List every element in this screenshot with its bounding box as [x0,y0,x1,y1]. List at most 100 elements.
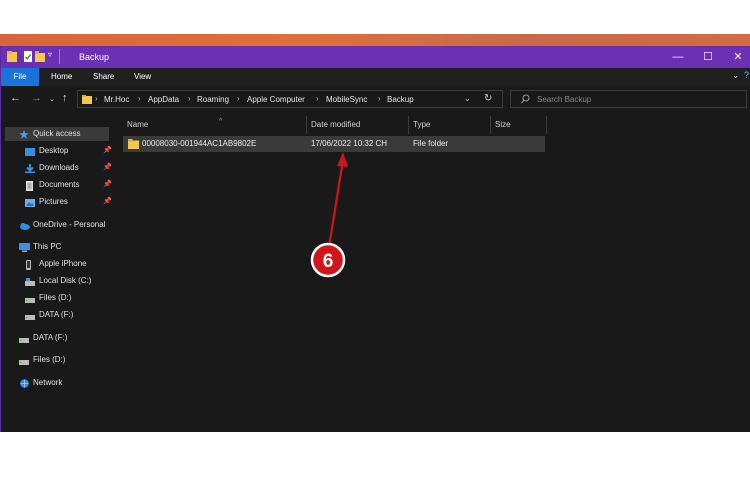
sort-ascending-icon: ^ [219,118,223,125]
pc-icon [19,243,30,252]
column-header-name[interactable]: Name ^ [123,116,307,134]
star-icon [19,130,29,139]
title-divider [59,49,60,64]
breadcrumb-separator-icon: › [378,94,381,103]
customize-toolbar-icon[interactable]: ▿ [48,50,57,61]
sidebar-item-label: Downloads [39,163,79,172]
navigation-pane: Quick access Desktop 📌 Downloads 📌 Docum… [1,112,113,432]
column-header-size[interactable]: Size [491,116,547,134]
drive-icon [25,294,35,303]
breadcrumb-backup[interactable]: Backup [387,95,414,104]
ribbon-tabs: File Home Share View ⌄ ? [1,68,750,86]
sidebar-item-label: Files (D:) [33,355,66,364]
up-button-icon[interactable]: ↑ [62,92,68,104]
pin-icon: 📌 [103,198,112,205]
disk-icon [25,277,35,286]
screenshot-frame: ▿ Backup — ☐ ✕ File Home Share View ⌄ ? … [0,0,750,498]
maximize-button[interactable]: ☐ [695,49,721,65]
picture-icon [25,198,35,207]
sidebar-item-label: This PC [33,242,62,251]
sidebar-item-quick-access[interactable]: Quick access [5,127,109,141]
help-icon[interactable]: ? [744,70,749,80]
breadcrumb-appdata[interactable]: AppData [148,95,179,104]
file-explorer-window: ▿ Backup — ☐ ✕ File Home Share View ⌄ ? … [0,46,750,432]
file-list-pane: Name ^ Date modified Type Size 00008030-… [113,112,750,432]
minimize-button[interactable]: — [665,49,691,65]
back-button-icon[interactable]: ← [10,92,21,104]
breadcrumb-separator-icon: › [188,94,191,103]
network-icon [19,379,29,388]
file-type: File folder [413,139,449,148]
breadcrumb-separator-icon: › [237,94,240,103]
expand-ribbon-icon[interactable]: ⌄ [732,71,739,80]
column-header-label: Size [495,120,511,129]
breadcrumb-separator-icon: › [138,94,141,103]
forward-button-icon[interactable]: → [31,92,42,104]
drive-icon [19,356,29,365]
sidebar-item-label: Documents [39,180,80,189]
folder-icon [128,139,139,151]
phone-icon [25,260,35,270]
tab-file[interactable]: File [1,68,39,86]
sidebar-item-data-f[interactable]: DATA (F:) [25,308,113,322]
breadcrumb-mrhoc[interactable]: Mr.Hoc [104,95,129,104]
column-header-type[interactable]: Type [409,116,491,134]
column-header-label: Date modified [311,120,361,129]
sidebar-item-label: Local Disk (C:) [39,276,92,285]
download-icon [25,164,35,173]
sidebar-item-documents[interactable]: Documents 📌 [25,178,112,192]
sidebar-item-desktop[interactable]: Desktop 📌 [25,144,112,158]
sidebar-item-pictures[interactable]: Pictures 📌 [25,195,112,209]
sidebar-item-data-f-drive[interactable]: DATA (F:) [19,331,113,345]
search-placeholder: Search Backup [537,95,592,104]
sidebar-item-label: Desktop [39,146,69,155]
file-name: 00008030-001944AC1AB9802E [142,139,257,148]
sidebar-item-label: DATA (F:) [39,310,74,319]
sidebar-item-files-d[interactable]: Files (D:) [25,291,113,305]
pin-icon: 📌 [103,181,112,188]
search-box[interactable]: Search Backup [510,90,747,108]
recent-locations-icon[interactable]: ⌄ [49,94,55,106]
properties-icon[interactable] [23,51,32,62]
sidebar-item-files-d-drive[interactable]: Files (D:) [19,353,113,367]
address-dropdown-icon[interactable]: ⌄ [464,94,471,103]
sidebar-item-label: OneDrive - Personal [33,220,106,229]
breadcrumb-separator-icon: › [316,94,319,103]
sidebar-item-label: Quick access [33,129,81,138]
breadcrumb-roaming[interactable]: Roaming [197,95,229,104]
column-header-label: Type [413,120,431,129]
sidebar-item-label: Pictures [39,197,68,206]
refresh-icon[interactable]: ↻ [484,93,492,104]
file-row[interactable]: 00008030-001944AC1AB9802E 17/06/2022 10:… [123,136,545,152]
column-header-date-modified[interactable]: Date modified [307,116,409,134]
breadcrumb-mobilesync[interactable]: MobileSync [326,95,367,104]
desktop-wallpaper [0,34,750,46]
sidebar-item-this-pc[interactable]: This PC [19,240,113,254]
drive-icon [19,334,29,343]
sidebar-item-local-disk-c[interactable]: Local Disk (C:) [25,274,113,288]
breadcrumb-apple-computer[interactable]: Apple Computer [247,95,305,104]
column-header-label: Name [127,120,149,129]
address-bar[interactable]: › Mr.Hoc › AppData › Roaming › Apple Com… [77,90,503,108]
app-folder-icon [7,51,17,62]
search-icon [521,94,530,106]
pin-icon: 📌 [103,164,112,171]
sidebar-item-label: Files (D:) [39,293,72,302]
tab-share[interactable]: Share [84,68,123,86]
sidebar-item-onedrive[interactable]: OneDrive - Personal [19,218,113,232]
file-date-modified: 17/06/2022 10:32 CH [311,139,388,148]
sidebar-item-label: DATA (F:) [33,333,68,342]
address-folder-icon [82,95,92,106]
desktop-icon [25,147,35,156]
sidebar-item-apple-iphone[interactable]: Apple iPhone [25,257,113,271]
new-folder-icon[interactable] [35,51,45,62]
window-title: Backup [79,52,110,62]
pin-icon: 📌 [103,147,112,154]
sidebar-item-network[interactable]: Network [19,376,113,390]
sidebar-item-downloads[interactable]: Downloads 📌 [25,161,112,175]
tab-home[interactable]: Home [42,68,81,86]
close-button[interactable]: ✕ [725,49,750,65]
document-icon [25,181,35,191]
navigation-bar: ← → ⌄ ↑ › Mr.Hoc › AppData › Roaming › A… [1,86,750,112]
tab-view[interactable]: View [125,68,160,86]
